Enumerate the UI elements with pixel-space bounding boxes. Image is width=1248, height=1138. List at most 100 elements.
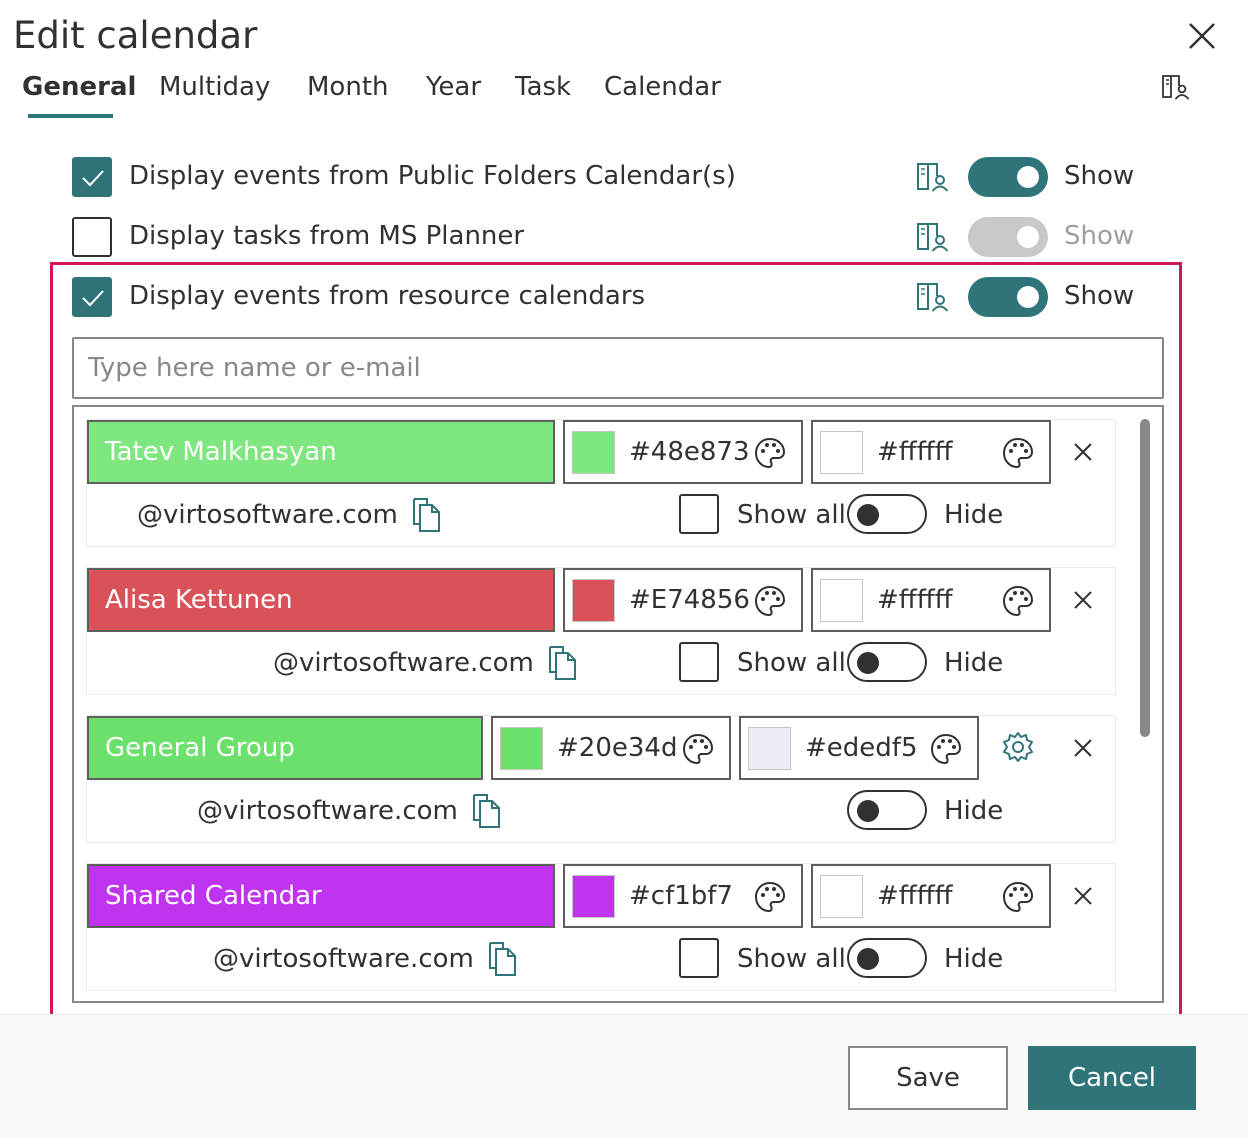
palette-icon[interactable]: [1001, 584, 1035, 618]
background-color-picker[interactable]: #E74856: [563, 568, 803, 632]
ms-planner-show-label: Show: [1064, 221, 1135, 251]
tab-general[interactable]: General: [22, 72, 136, 102]
option-ms-planner: Display tasks from MS Planner Show: [72, 217, 1135, 257]
hide-toggle[interactable]: [847, 642, 927, 682]
resource-calendars-toggle[interactable]: [968, 277, 1048, 317]
calendar-email: @virtosoftware.com: [273, 648, 534, 678]
toggle-knob: [857, 652, 879, 674]
color-swatch: [572, 431, 615, 474]
save-button[interactable]: Save: [848, 1046, 1008, 1110]
text-color-picker[interactable]: #ffffff: [811, 864, 1051, 928]
calendar-list: Tatev Malkhasyan #48e873 #ffffff @virtos…: [72, 405, 1164, 1003]
remove-icon[interactable]: [1069, 734, 1097, 762]
book-user-icon[interactable]: [915, 220, 949, 254]
background-hex: #cf1bf7: [629, 881, 733, 911]
toggle-knob: [857, 504, 879, 526]
checkmark-icon: [82, 170, 104, 187]
background-color-picker[interactable]: #20e34d: [491, 716, 731, 780]
calendar-card: General Group #20e34d #ededf5 @virtosoft…: [86, 715, 1116, 843]
text-hex: #ffffff: [877, 585, 953, 615]
tab-multiday[interactable]: Multiday: [159, 72, 270, 102]
calendar-name[interactable]: Tatev Malkhasyan: [87, 420, 555, 484]
active-tab-indicator: [28, 114, 113, 118]
list-scrollbar[interactable]: [1140, 419, 1150, 737]
public-folders-label: Display events from Public Folders Calen…: [129, 161, 736, 191]
calendar-email: @virtosoftware.com: [197, 796, 458, 826]
show-all-checkbox[interactable]: [679, 494, 719, 534]
copy-icon[interactable]: [487, 940, 519, 978]
hide-label: Hide: [944, 796, 1004, 826]
copy-icon[interactable]: [411, 496, 443, 534]
book-user-icon[interactable]: [915, 280, 949, 314]
palette-icon[interactable]: [681, 732, 715, 766]
resource-calendars-show-label: Show: [1064, 281, 1135, 311]
text-color-picker[interactable]: #ededf5: [739, 716, 979, 780]
show-all-checkbox[interactable]: [679, 938, 719, 978]
ms-planner-checkbox[interactable]: [72, 217, 112, 257]
toggle-knob: [1017, 226, 1039, 248]
book-user-icon[interactable]: [915, 160, 949, 194]
color-swatch: [820, 875, 863, 918]
calendar-name[interactable]: General Group: [87, 716, 483, 780]
palette-icon[interactable]: [929, 732, 963, 766]
option-resource-calendars: Display events from resource calendars S…: [72, 277, 1135, 317]
search-input[interactable]: [72, 337, 1164, 399]
color-swatch: [500, 727, 543, 770]
text-color-picker[interactable]: #ffffff: [811, 568, 1051, 632]
hide-toggle[interactable]: [847, 494, 927, 534]
calendar-card: Alisa Kettunen #E74856 #ffffff @virtosof…: [86, 567, 1116, 695]
option-public-folders: Display events from Public Folders Calen…: [72, 157, 1135, 197]
color-swatch: [572, 875, 615, 918]
calendar-name[interactable]: Alisa Kettunen: [87, 568, 555, 632]
hide-label: Hide: [944, 500, 1004, 530]
background-color-picker[interactable]: #cf1bf7: [563, 864, 803, 928]
remove-icon[interactable]: [1069, 882, 1097, 910]
public-folders-checkbox[interactable]: [72, 157, 112, 197]
gear-icon[interactable]: [1001, 730, 1035, 764]
show-all-label: Show all: [737, 944, 846, 974]
book-user-icon[interactable]: [1160, 72, 1190, 102]
palette-icon[interactable]: [1001, 436, 1035, 470]
calendar-name[interactable]: Shared Calendar: [87, 864, 555, 928]
public-folders-show-label: Show: [1064, 161, 1135, 191]
background-hex: #48e873: [629, 437, 750, 467]
background-color-picker[interactable]: #48e873: [563, 420, 803, 484]
resource-calendars-checkbox[interactable]: [72, 277, 112, 317]
tab-task[interactable]: Task: [515, 72, 571, 102]
show-all-checkbox[interactable]: [679, 642, 719, 682]
ms-planner-toggle[interactable]: [968, 217, 1048, 257]
copy-icon[interactable]: [547, 644, 579, 682]
palette-icon[interactable]: [753, 436, 787, 470]
checkmark-icon: [82, 290, 104, 307]
text-hex: #ffffff: [877, 881, 953, 911]
cancel-button[interactable]: Cancel: [1028, 1046, 1196, 1110]
calendar-card: Shared Calendar #cf1bf7 #ffffff @virtoso…: [86, 863, 1116, 991]
palette-icon[interactable]: [753, 880, 787, 914]
remove-icon[interactable]: [1069, 586, 1097, 614]
text-color-picker[interactable]: #ffffff: [811, 420, 1051, 484]
calendar-email: @virtosoftware.com: [213, 944, 474, 974]
color-swatch: [820, 579, 863, 622]
background-hex: #E74856: [629, 585, 750, 615]
color-swatch: [748, 727, 791, 770]
toggle-knob: [1017, 286, 1039, 308]
background-hex: #20e34d: [557, 733, 678, 763]
tab-year[interactable]: Year: [426, 72, 481, 102]
remove-icon[interactable]: [1069, 438, 1097, 466]
calendar-email: @virtosoftware.com: [137, 500, 398, 530]
public-folders-toggle[interactable]: [968, 157, 1048, 197]
hide-toggle[interactable]: [847, 790, 927, 830]
palette-icon[interactable]: [1001, 880, 1035, 914]
palette-icon[interactable]: [753, 584, 787, 618]
tab-calendar[interactable]: Calendar: [604, 72, 721, 102]
copy-icon[interactable]: [471, 792, 503, 830]
toggle-knob: [857, 948, 879, 970]
text-hex: #ededf5: [805, 733, 918, 763]
color-swatch: [572, 579, 615, 622]
show-all-label: Show all: [737, 648, 846, 678]
hide-toggle[interactable]: [847, 938, 927, 978]
toggle-knob: [857, 800, 879, 822]
close-button[interactable]: [1182, 16, 1222, 56]
hide-label: Hide: [944, 944, 1004, 974]
tab-month[interactable]: Month: [307, 72, 389, 102]
